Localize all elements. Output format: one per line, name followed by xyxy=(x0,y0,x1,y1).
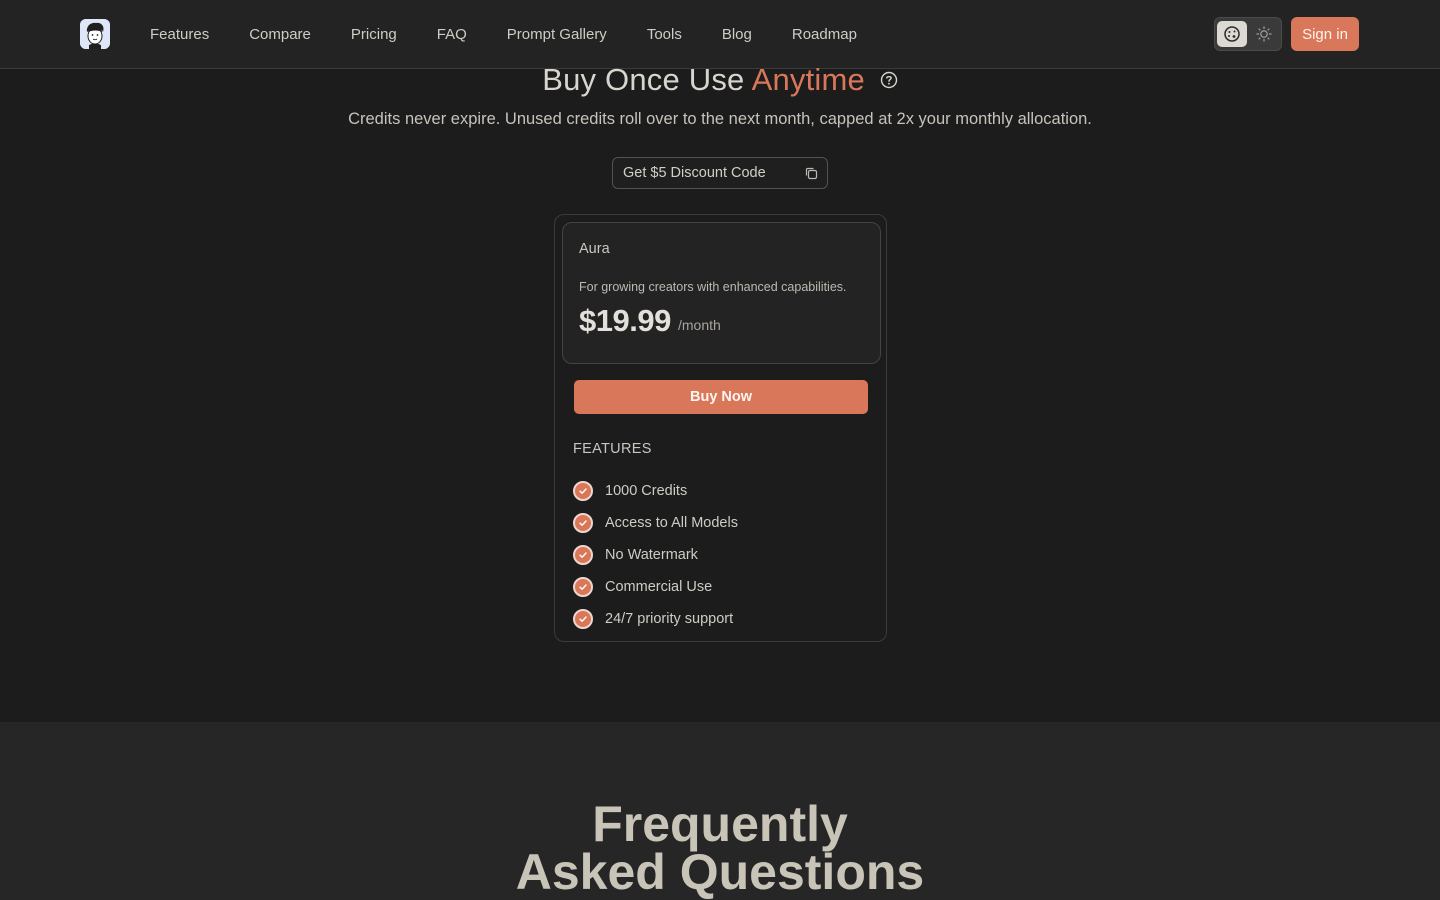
nav-compare[interactable]: Compare xyxy=(249,25,311,45)
buy-now-button[interactable]: Buy Now xyxy=(574,380,868,414)
faq-title: Frequently Asked Questions xyxy=(0,799,1440,897)
nav-faq[interactable]: FAQ xyxy=(437,25,467,45)
theme-system-button[interactable] xyxy=(1217,21,1247,47)
feature-label: 1000 Credits xyxy=(605,483,688,499)
pricing-card: Aura For growing creators with enhanced … xyxy=(554,214,887,642)
nav-prompt-gallery[interactable]: Prompt Gallery xyxy=(507,25,607,45)
check-icon xyxy=(573,577,593,597)
feature-label: Access to All Models xyxy=(605,515,738,531)
feature-label: Commercial Use xyxy=(605,579,713,595)
feature-label: No Watermark xyxy=(605,547,698,563)
system-theme-icon xyxy=(1224,26,1240,42)
sign-in-button[interactable]: Sign in xyxy=(1291,17,1359,51)
plan-description: For growing creators with enhanced capab… xyxy=(579,280,847,294)
feature-item: 24/7 priority support xyxy=(573,603,738,635)
plan-summary: Aura For growing creators with enhanced … xyxy=(562,222,881,364)
check-icon xyxy=(573,513,593,533)
feature-list: 1000 Credits Access to All Models No Wat… xyxy=(573,475,738,635)
check-icon xyxy=(573,609,593,629)
copy-icon xyxy=(804,166,819,185)
nav-features[interactable]: Features xyxy=(150,25,209,45)
feature-item: No Watermark xyxy=(573,539,738,571)
faq-title-line2: Asked Questions xyxy=(515,844,925,900)
nav-pricing[interactable]: Pricing xyxy=(351,25,397,45)
plan-price: $19.99 xyxy=(579,303,671,338)
page-title: Buy Once Use Anytime xyxy=(0,62,1440,100)
nav-tools[interactable]: Tools xyxy=(647,25,682,45)
sun-icon xyxy=(1256,26,1272,42)
help-icon[interactable] xyxy=(880,61,898,97)
hero-subtitle: Credits never expire. Unused credits rol… xyxy=(348,110,1092,128)
avatar-logo[interactable] xyxy=(80,19,110,49)
feature-label: 24/7 priority support xyxy=(605,611,734,627)
faq-section: Frequently Asked Questions xyxy=(0,722,1440,900)
title-accent: Anytime xyxy=(751,62,865,97)
discount-label: Get $5 Discount Code xyxy=(623,165,766,181)
features-heading: FEATURES xyxy=(573,441,652,457)
nav-roadmap[interactable]: Roadmap xyxy=(792,25,857,45)
theme-toggle xyxy=(1214,17,1282,51)
plan-period: /month xyxy=(678,317,721,333)
discount-code-button[interactable]: Get $5 Discount Code xyxy=(612,157,828,189)
plan-name: Aura xyxy=(579,241,610,257)
feature-item: 1000 Credits xyxy=(573,475,738,507)
title-prefix: Buy Once Use xyxy=(542,62,745,97)
feature-item: Access to All Models xyxy=(573,507,738,539)
theme-light-button[interactable] xyxy=(1249,21,1279,47)
nav-blog[interactable]: Blog xyxy=(722,25,752,45)
check-icon xyxy=(573,545,593,565)
check-icon xyxy=(573,481,593,501)
site-header: Features Compare Pricing FAQ Prompt Gall… xyxy=(0,0,1440,69)
feature-item: Commercial Use xyxy=(573,571,738,603)
main-nav: Features Compare Pricing FAQ Prompt Gall… xyxy=(150,0,897,69)
